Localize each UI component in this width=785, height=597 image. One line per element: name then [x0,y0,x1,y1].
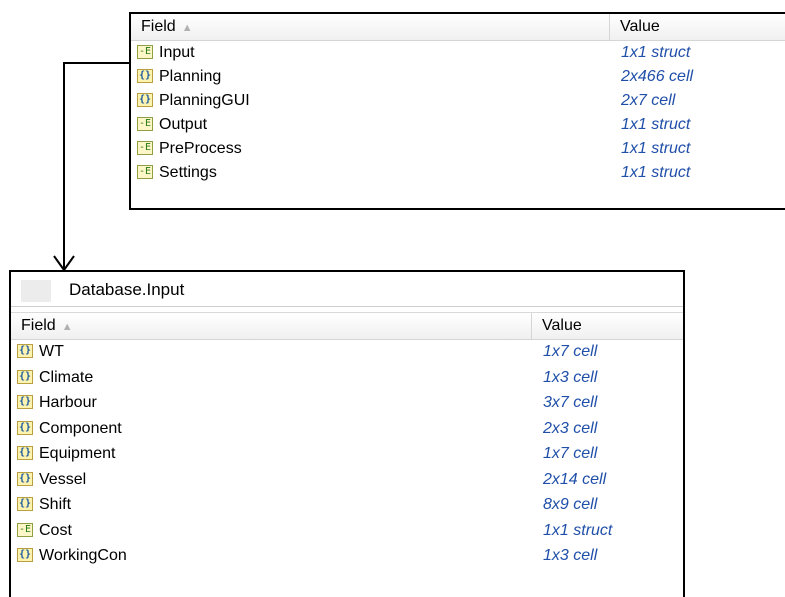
field-name: Equipment [39,445,116,462]
table-row[interactable]: {} Harbour 3x7 cell [11,391,683,415]
table-row[interactable]: -E Cost 1x1 struct [11,519,683,543]
field-value: 1x1 struct [621,116,691,133]
field-value: 2x3 cell [543,419,598,437]
top-table-body: -E Input 1x1 struct {} Planning 2x466 cell {} P… [131,41,785,185]
bottom-table-body: {} WT 1x7 cell {} Climate 1x3 cell {} Harbour 3x… [11,340,683,570]
cell-icon: {} [137,69,153,83]
cell-icon: {} [17,344,33,358]
field-name: Climate [39,368,94,386]
table-row[interactable]: -E Input 1x1 struct [131,41,785,65]
field-value: 1x1 struct [621,140,691,157]
field-value: 1x1 struct [543,521,613,539]
field-value: 1x7 cell [543,343,598,360]
field-column-header[interactable]: Field ▲ [131,14,609,40]
field-name: Vessel [39,470,87,488]
cell-icon: {} [17,471,33,486]
value-header-label: Value [620,18,660,35]
struct-icon: -E [137,117,153,131]
cell-icon: {} [137,93,153,107]
value-column-header[interactable]: Value [531,313,683,339]
field-name: Output [159,116,208,133]
cell-icon: {} [17,420,33,435]
field-name: PlanningGUI [159,92,250,109]
cell-icon: {} [17,497,33,511]
struct-icon: -E [137,141,153,155]
field-name: WorkingCon [39,547,127,564]
top-variable-table: Field ▲ Value -E Input 1x1 struct {} Planning… [129,12,785,210]
field-value: 8x9 cell [543,496,598,513]
field-name: Harbour [39,394,97,411]
sort-ascending-icon: ▲ [61,321,73,333]
struct-icon: -E [137,165,153,179]
table-row[interactable]: {} Vessel 2x14 cell [11,468,683,492]
field-column-header[interactable]: Field ▲ [11,313,531,339]
table-row[interactable]: -E PreProcess 1x1 struct [131,137,785,161]
panel-title-bar: Database.Input [11,272,683,307]
table-row[interactable]: {} Shift 8x9 cell [11,493,683,517]
table-row[interactable]: {} WorkingCon 1x3 cell [11,544,683,568]
field-header-label: Field [21,317,56,334]
table-row[interactable]: {} WT 1x7 cell [11,340,683,364]
field-name: Settings [159,164,217,181]
field-name: Shift [39,496,72,513]
field-name: PreProcess [159,140,242,157]
field-value: 1x1 struct [621,164,691,181]
field-value: 1x1 struct [621,44,691,61]
panel-title: Database.Input [69,280,185,299]
table-row[interactable]: -E Settings 1x1 struct [131,161,785,185]
cell-icon: {} [17,548,33,562]
table-row[interactable]: {} Component 2x3 cell [11,417,683,441]
struct-icon: -E [137,45,153,59]
field-value: 2x7 cell [621,92,676,109]
variable-icon [21,280,51,302]
field-value: 2x14 cell [543,470,607,488]
struct-icon: -E [17,522,33,537]
top-table-header: Field ▲ Value [131,14,785,41]
field-name: Component [39,419,122,437]
table-row[interactable]: {} PlanningGUI 2x7 cell [131,89,785,113]
table-row[interactable]: {} Equipment 1x7 cell [11,442,683,466]
field-name: Input [159,44,195,61]
field-header-label: Field [141,18,176,35]
table-row[interactable]: {} Climate 1x3 cell [11,366,683,390]
value-header-label: Value [542,317,582,334]
field-name: Planning [159,68,222,85]
cell-icon: {} [17,395,33,409]
cell-icon: {} [17,369,33,384]
value-column-header[interactable]: Value [609,14,785,40]
field-value: 3x7 cell [543,394,598,411]
cell-icon: {} [17,446,33,460]
field-value: 2x466 cell [621,68,694,85]
field-value: 1x3 cell [543,547,598,564]
table-row[interactable]: -E Output 1x1 struct [131,113,785,137]
bottom-table-header: Field ▲ Value [11,313,683,340]
field-value: 1x7 cell [543,445,598,462]
database-input-panel: Database.Input Field ▲ Value {} WT 1x7 cell… [9,270,685,597]
table-row[interactable]: {} Planning 2x466 cell [131,65,785,89]
field-name: WT [39,343,64,360]
field-name: Cost [39,521,72,539]
sort-ascending-icon: ▲ [181,22,193,34]
field-value: 1x3 cell [543,368,598,386]
